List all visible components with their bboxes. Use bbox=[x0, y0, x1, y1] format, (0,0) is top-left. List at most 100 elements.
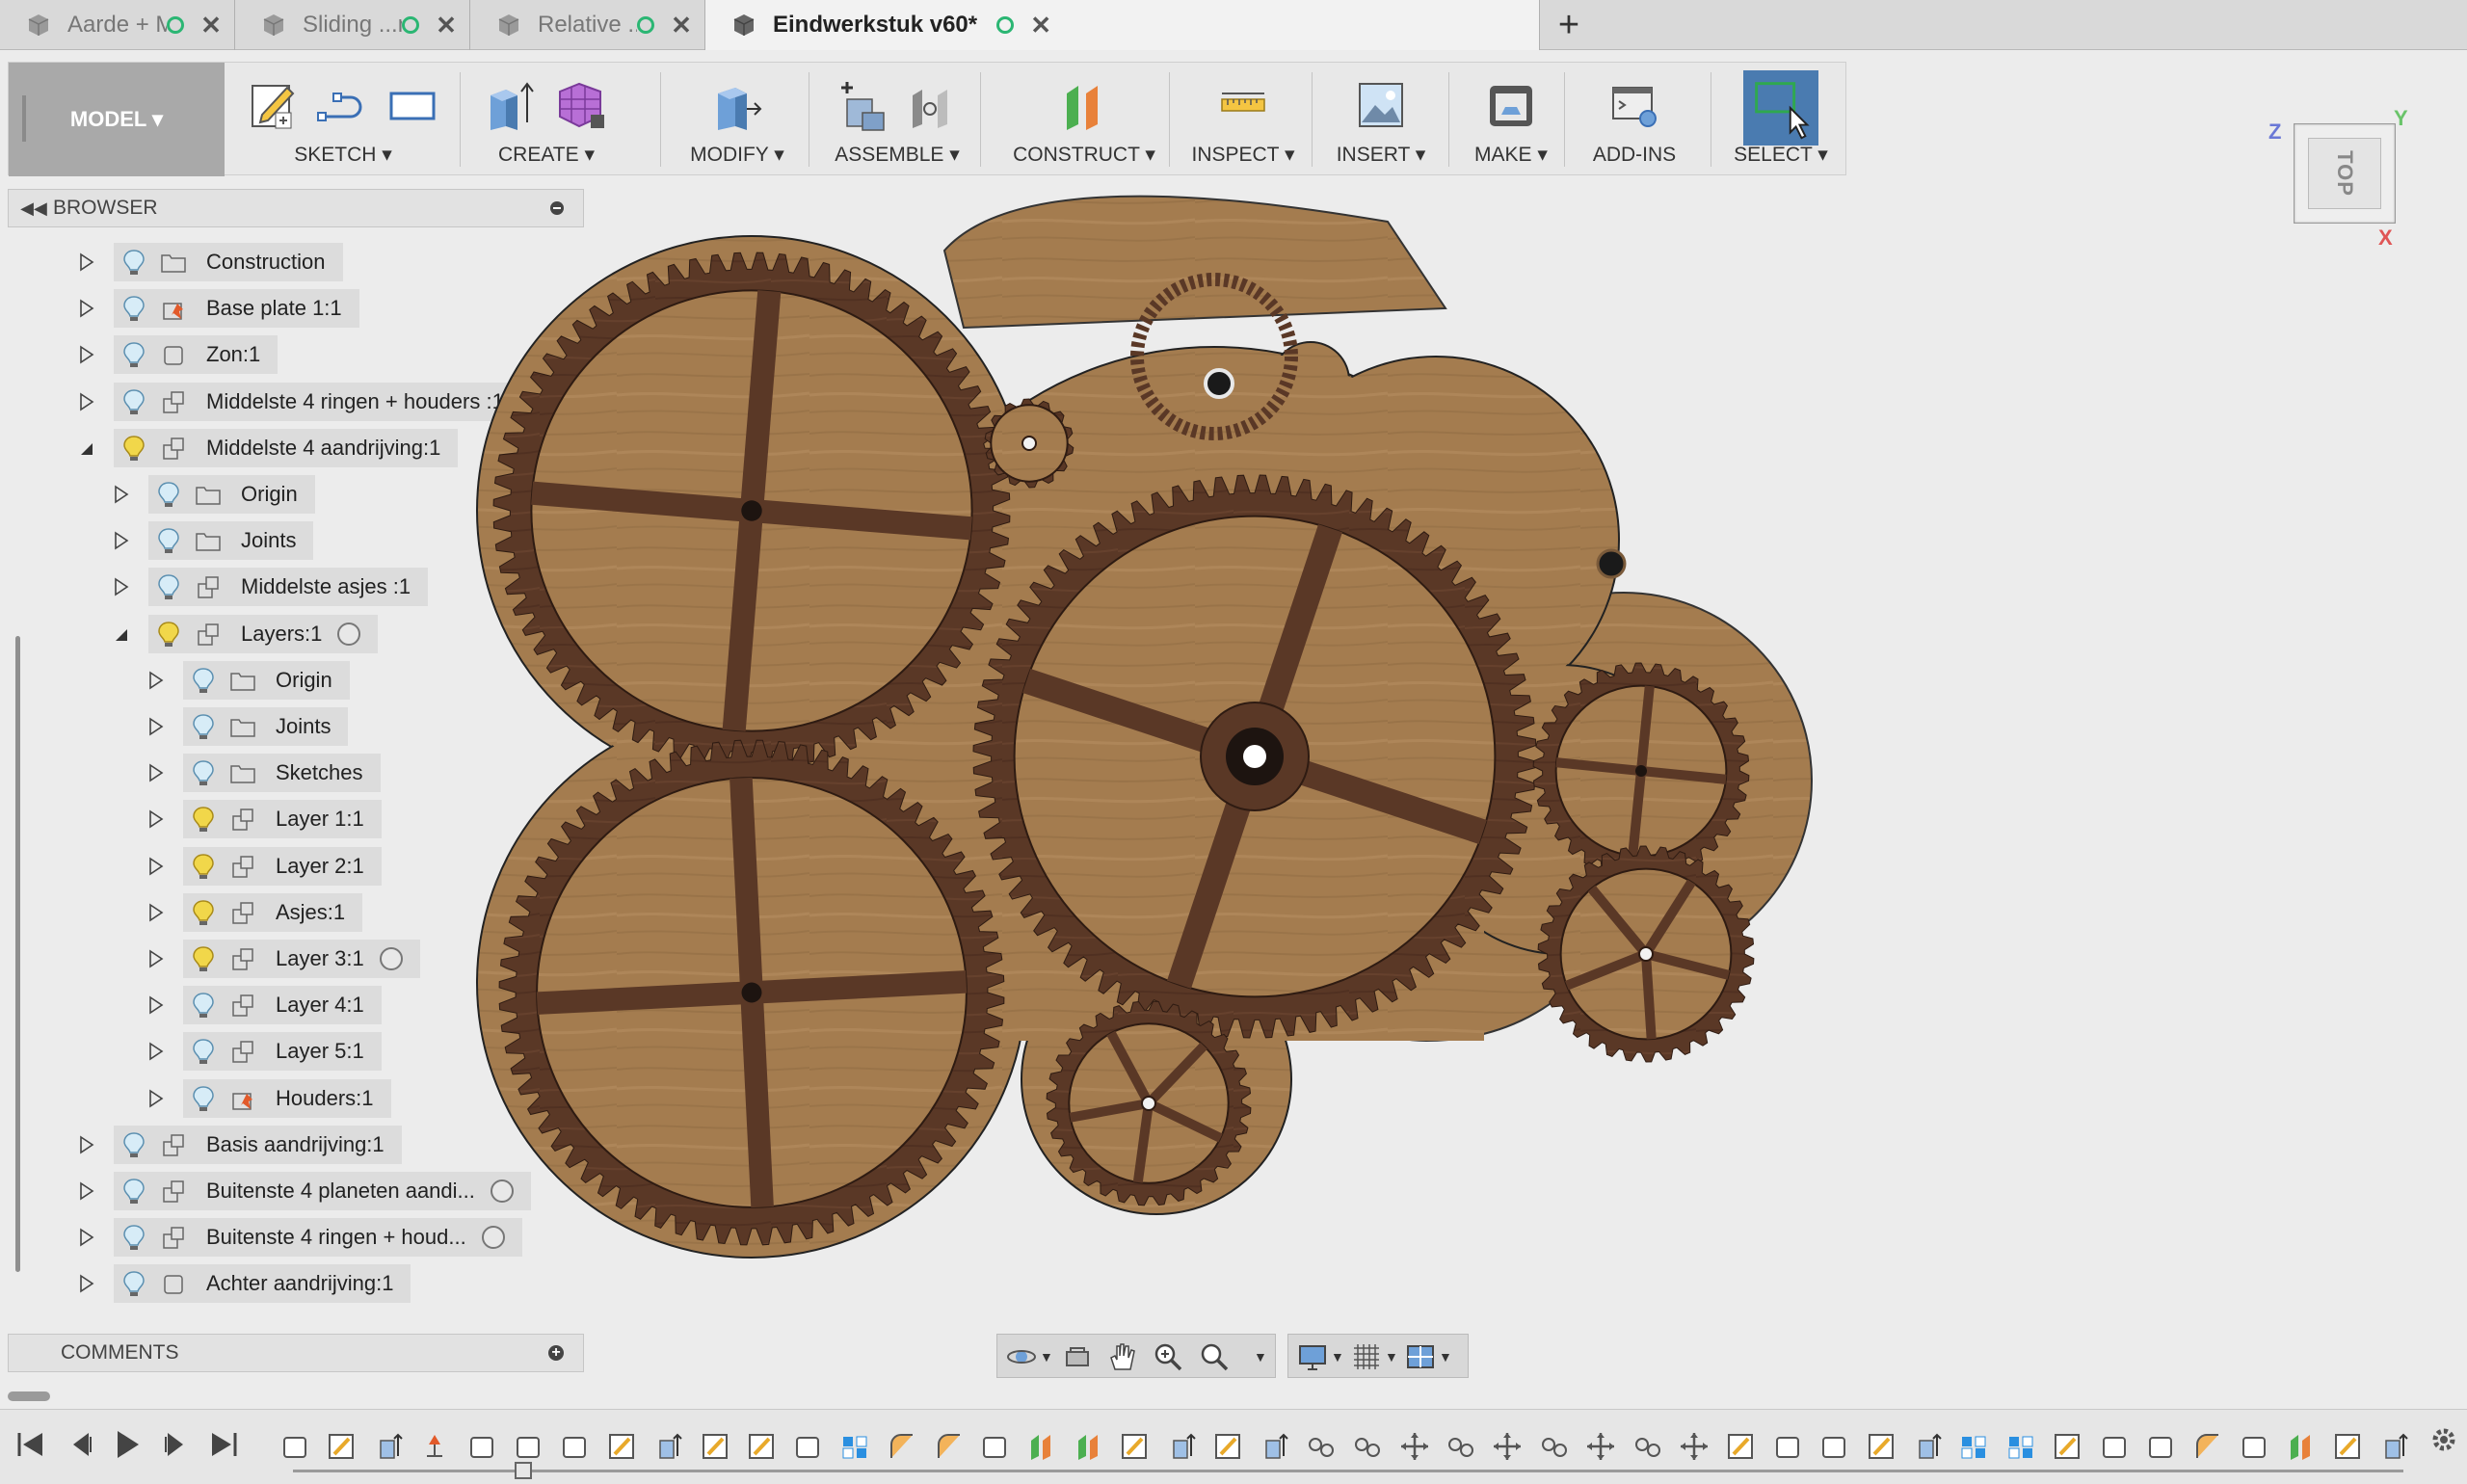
timeline-move-icon[interactable] bbox=[1585, 1431, 1616, 1462]
timeline-body-icon[interactable] bbox=[466, 1431, 497, 1462]
step-forward-icon[interactable] bbox=[158, 1427, 193, 1462]
browser-item[interactable]: Origin bbox=[110, 475, 315, 514]
browser-node[interactable]: Zon:1 bbox=[114, 335, 279, 374]
browser-item[interactable]: Layer 2:1 bbox=[145, 847, 382, 886]
assemble-group[interactable]: ASSEMBLE ▾ bbox=[812, 63, 982, 176]
browser-item[interactable]: Houders:1 bbox=[145, 1079, 391, 1118]
visibility-bulb-icon[interactable] bbox=[191, 944, 216, 973]
timeline-move-icon[interactable] bbox=[1679, 1431, 1710, 1462]
timeline-sketch-icon[interactable] bbox=[326, 1431, 357, 1462]
browser-node[interactable]: Middelste asjes :1 bbox=[148, 568, 429, 606]
close-tab-button[interactable]: ✕ bbox=[435, 13, 458, 38]
display-dropdown-icon[interactable]: ▼ bbox=[1331, 1340, 1346, 1373]
form-icon[interactable] bbox=[552, 76, 610, 134]
timeline-joint-icon[interactable] bbox=[1539, 1431, 1570, 1462]
view-cube-top-face[interactable]: TOP bbox=[2308, 138, 2381, 209]
make-group[interactable]: MAKE ▾ bbox=[1454, 63, 1568, 176]
modify-group[interactable]: MODIFY ▾ bbox=[674, 63, 801, 176]
timeline-body-icon[interactable] bbox=[2145, 1431, 2176, 1462]
new-tab-button[interactable]: + bbox=[1550, 4, 1588, 46]
sketch-group[interactable]: SKETCH ▾ bbox=[228, 63, 458, 176]
grid-settings-icon[interactable] bbox=[1350, 1340, 1383, 1373]
browser-node[interactable]: Asjes:1 bbox=[183, 893, 363, 932]
collapse-arrow-icon[interactable] bbox=[75, 437, 96, 459]
visibility-bulb-icon[interactable] bbox=[156, 526, 181, 555]
timeline-sketch-icon[interactable] bbox=[1212, 1431, 1243, 1462]
create-group[interactable]: CREATE ▾ bbox=[462, 63, 631, 176]
visibility-bulb-icon[interactable] bbox=[191, 852, 216, 881]
3d-print-icon[interactable] bbox=[1482, 76, 1540, 134]
add-comment-icon[interactable]: + bbox=[548, 1345, 564, 1361]
timeline-body-icon[interactable] bbox=[1818, 1431, 1849, 1462]
canvas-scrollbar[interactable] bbox=[8, 1391, 50, 1401]
tab-relative-planets[interactable]: Relative ...anets v8* ✕ bbox=[470, 0, 705, 50]
visibility-bulb-icon[interactable] bbox=[191, 1037, 216, 1066]
expand-arrow-icon[interactable] bbox=[75, 1134, 96, 1155]
expand-arrow-icon[interactable] bbox=[75, 252, 96, 273]
close-tab-button[interactable]: ✕ bbox=[199, 13, 223, 38]
browser-node[interactable]: Construction bbox=[114, 243, 343, 281]
expand-arrow-icon[interactable] bbox=[145, 716, 166, 737]
expand-arrow-icon[interactable] bbox=[145, 994, 166, 1016]
browser-scrollbar[interactable] bbox=[15, 636, 20, 1272]
tab-sliding-mechanism[interactable]: Sliding ...nism v6* ✕ bbox=[235, 0, 470, 50]
expand-arrow-icon[interactable] bbox=[145, 1088, 166, 1109]
expand-arrow-icon[interactable] bbox=[75, 1227, 96, 1248]
timeline-settings-icon[interactable] bbox=[2427, 1422, 2461, 1457]
viewports-dropdown-icon[interactable]: ▼ bbox=[1439, 1340, 1454, 1373]
orbit-dropdown-icon[interactable]: ▼ bbox=[1040, 1340, 1055, 1373]
browser-node[interactable]: Joints bbox=[183, 707, 349, 746]
visibility-bulb-icon[interactable] bbox=[121, 340, 146, 369]
timeline-sketch-icon[interactable] bbox=[606, 1431, 637, 1462]
browser-item[interactable]: Middelste asjes :1 bbox=[110, 568, 429, 606]
expand-arrow-icon[interactable] bbox=[145, 856, 166, 877]
browser-node[interactable]: Basis aandrijving:1 bbox=[114, 1126, 402, 1164]
timeline-body-icon[interactable] bbox=[513, 1431, 544, 1462]
viewports-icon[interactable] bbox=[1404, 1340, 1437, 1373]
timeline-joint-icon[interactable] bbox=[1632, 1431, 1663, 1462]
visibility-bulb-icon[interactable] bbox=[191, 1084, 216, 1113]
extrude-icon[interactable] bbox=[483, 76, 541, 134]
timeline-pattern-icon[interactable] bbox=[1958, 1431, 1989, 1462]
visibility-bulb-icon[interactable] bbox=[121, 248, 146, 277]
inspect-group[interactable]: INSPECT ▾ bbox=[1173, 63, 1313, 176]
look-at-icon[interactable] bbox=[1061, 1340, 1094, 1373]
joint-icon[interactable] bbox=[903, 76, 961, 134]
tab-eindwerkstuk[interactable]: Eindwerkstuk v60* ✕ bbox=[705, 0, 1540, 50]
browser-node[interactable]: Layer 3:1 bbox=[183, 940, 420, 978]
expand-arrow-icon[interactable] bbox=[145, 1041, 166, 1062]
expand-arrow-icon[interactable] bbox=[145, 762, 166, 783]
expand-arrow-icon[interactable] bbox=[110, 530, 131, 551]
visibility-bulb-icon[interactable] bbox=[156, 572, 181, 601]
browser-node[interactable]: Layer 2:1 bbox=[183, 847, 382, 886]
line-icon[interactable] bbox=[314, 76, 372, 134]
expand-arrow-icon[interactable] bbox=[75, 344, 96, 365]
visibility-bulb-icon[interactable] bbox=[191, 758, 216, 787]
browser-item[interactable]: Origin bbox=[145, 661, 350, 700]
timeline-joint-icon[interactable] bbox=[1352, 1431, 1383, 1462]
visibility-bulb-icon[interactable] bbox=[121, 387, 146, 416]
activate-component-radio[interactable] bbox=[337, 623, 361, 646]
workspace-switcher-button[interactable]: MODEL ▾ bbox=[9, 63, 225, 176]
browser-item[interactable]: Base plate 1:1 bbox=[75, 289, 359, 328]
browser-node[interactable]: Origin bbox=[148, 475, 315, 514]
browser-item[interactable]: Middelste 4 aandrijving:1 bbox=[75, 429, 459, 467]
tab-aarde-mars[interactable]: Aarde + Mars v4 ✕ bbox=[0, 0, 235, 50]
browser-node[interactable]: Houders:1 bbox=[183, 1079, 391, 1118]
measure-icon[interactable] bbox=[1214, 76, 1272, 134]
select-icon[interactable] bbox=[1743, 70, 1818, 146]
browser-item[interactable]: Zon:1 bbox=[75, 335, 279, 374]
display-settings-icon[interactable] bbox=[1296, 1340, 1329, 1373]
timeline-body-icon[interactable] bbox=[792, 1431, 823, 1462]
construct-group[interactable]: CONSTRUCT ▾ bbox=[992, 63, 1177, 176]
browser-item[interactable]: Joints bbox=[145, 707, 349, 746]
browser-item[interactable]: Layer 5:1 bbox=[145, 1032, 382, 1071]
browser-item[interactable]: Achter aandrijving:1 bbox=[75, 1264, 411, 1303]
timeline-joint-icon[interactable] bbox=[1306, 1431, 1337, 1462]
timeline-sketch-icon[interactable] bbox=[746, 1431, 777, 1462]
browser-item[interactable]: Sketches bbox=[145, 754, 381, 792]
timeline-sketch-icon[interactable] bbox=[1119, 1431, 1150, 1462]
scripts-icon[interactable] bbox=[1605, 76, 1663, 134]
visibility-bulb-icon[interactable] bbox=[191, 805, 216, 834]
expand-arrow-icon[interactable] bbox=[145, 808, 166, 830]
